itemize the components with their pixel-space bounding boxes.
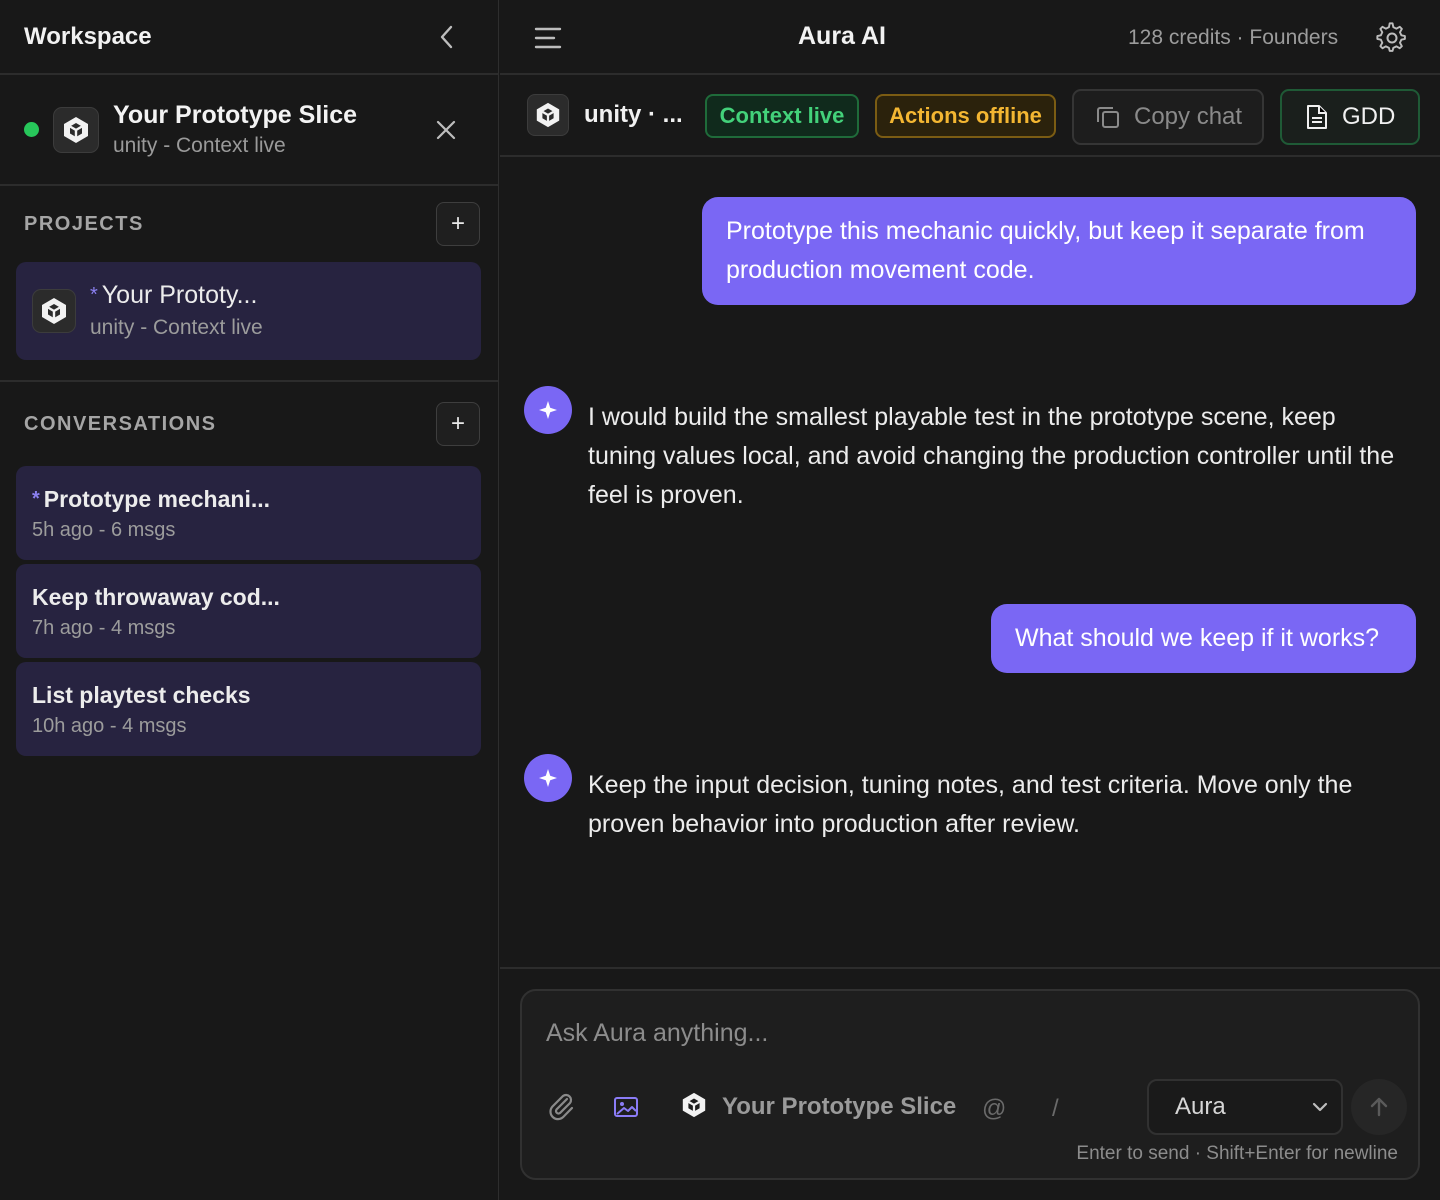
chat-thread: Prototype this mechanic quickly, but kee…	[500, 157, 1440, 969]
sparkle-icon	[539, 401, 557, 419]
active-project-name: Your Prototype Slice	[113, 100, 358, 129]
unity-icon	[682, 1092, 706, 1118]
top-bar: Aura AI 128 credits · Founders	[500, 0, 1440, 75]
sparkle-icon	[539, 769, 557, 787]
send-button[interactable]	[1351, 1079, 1407, 1135]
unity-icon	[527, 94, 569, 136]
project-chip[interactable]: Your Prototype Slice	[722, 1093, 956, 1121]
command-button[interactable]: /	[1052, 1095, 1059, 1123]
chevron-down-icon	[1312, 1102, 1328, 1112]
mention-button[interactable]: @	[982, 1095, 1006, 1123]
sidebar-header: Workspace	[0, 0, 498, 75]
assistant-avatar	[524, 754, 572, 802]
active-project[interactable]: Your Prototype Slice unity - Context liv…	[0, 75, 498, 186]
document-icon	[1307, 105, 1327, 129]
conversation-title: List playtest checks	[32, 682, 251, 708]
conversation-title: Keep throwaway cod...	[32, 584, 280, 610]
close-icon[interactable]	[434, 118, 458, 142]
conversation-meta: 7h ago - 4 msgs	[32, 617, 176, 639]
unsaved-star: *	[32, 488, 40, 510]
unsaved-star: *	[90, 284, 98, 306]
model-select[interactable]: Aura	[1147, 1079, 1343, 1135]
main-panel: Aura AI 128 credits · Founders unity · .…	[500, 0, 1440, 1200]
active-project-subtitle: unity - Context live	[113, 133, 286, 157]
conversation-item[interactable]: * Prototype mechani... 5h ago - 6 msgs	[16, 466, 481, 560]
workspace-title: Workspace	[24, 22, 152, 50]
credits-label: 128 credits · Founders	[1128, 26, 1339, 49]
add-project-button[interactable]: +	[436, 202, 480, 246]
engine-label: unity · ...	[584, 101, 683, 128]
arrow-up-icon	[1370, 1097, 1388, 1117]
composer: Your Prototype Slice @ / Aura Enter to s…	[520, 989, 1420, 1180]
project-item[interactable]: * Your Prototy... unity - Context live	[16, 262, 481, 360]
projects-label: PROJECTS	[24, 212, 144, 235]
message-input[interactable]	[546, 1011, 1386, 1055]
gdd-button[interactable]: GDD	[1280, 89, 1420, 145]
projects-header: PROJECTS +	[0, 186, 498, 262]
conversation-item[interactable]: Keep throwaway cod... 7h ago - 4 msgs	[16, 564, 481, 658]
conversation-title: Prototype mechani...	[43, 486, 271, 512]
context-bar: unity · ... Context live Actions offline…	[500, 75, 1440, 157]
copy-chat-button[interactable]: Copy chat	[1072, 89, 1264, 145]
add-conversation-button[interactable]: +	[436, 402, 480, 446]
conversation-meta: 10h ago - 4 msgs	[32, 715, 187, 737]
assistant-message: Keep the input decision, tuning notes, a…	[588, 771, 1353, 838]
model-select-value: Aura	[1175, 1093, 1226, 1120]
app-title: Aura AI	[798, 22, 886, 50]
menu-icon[interactable]	[534, 24, 562, 52]
conversation-item[interactable]: List playtest checks 10h ago - 4 msgs	[16, 662, 481, 756]
assistant-avatar	[524, 386, 572, 434]
project-name: Your Prototy...	[101, 281, 258, 309]
assistant-message: I would build the smallest playable test…	[588, 403, 1395, 509]
paperclip-icon[interactable]	[546, 1091, 576, 1121]
conversations-label: CONVERSATIONS	[24, 412, 217, 435]
unity-icon	[53, 106, 99, 153]
gear-icon[interactable]	[1376, 22, 1408, 54]
send-hint: Enter to send · Shift+Enter for newline	[1076, 1143, 1398, 1164]
conversation-list: * Prototype mechani... 5h ago - 6 msgs Ke…	[0, 466, 498, 756]
unity-icon	[32, 289, 76, 333]
conversations-header: CONVERSATIONS +	[0, 382, 498, 466]
sidebar: Workspace Your Prototype Slice unity - C…	[0, 0, 499, 1200]
gdd-label: GDD	[1342, 103, 1396, 130]
context-live-badge: Context live	[705, 94, 859, 138]
conversation-meta: 5h ago - 6 msgs	[32, 519, 176, 541]
image-icon[interactable]	[612, 1093, 640, 1121]
status-dot	[24, 122, 39, 137]
actions-offline-badge: Actions offline	[875, 94, 1056, 138]
chevron-left-icon[interactable]	[436, 23, 458, 51]
copy-icon	[1097, 107, 1119, 128]
project-subtitle: unity - Context live	[90, 316, 263, 339]
copy-chat-label: Copy chat	[1134, 103, 1243, 130]
user-message: What should we keep if it works?	[991, 604, 1416, 673]
user-message: Prototype this mechanic quickly, but kee…	[702, 197, 1416, 305]
